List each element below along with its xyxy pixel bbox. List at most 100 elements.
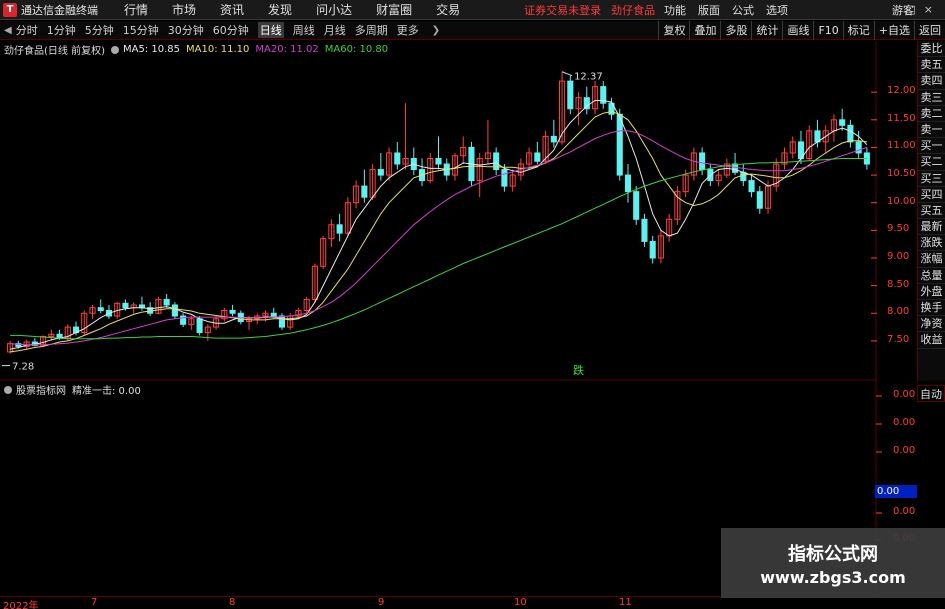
time-tick-label: 10 [514, 597, 527, 608]
indicator-axis-label: 0.00 [893, 417, 916, 428]
candle-body [377, 169, 384, 176]
period-5min[interactable]: 5分钟 [85, 22, 114, 38]
side-tab[interactable]: 卖一 [918, 122, 945, 139]
watermark: 指标公式网 www.zbgs3.com [721, 528, 945, 598]
tool-adjust[interactable]: 复权 [658, 21, 689, 40]
period-weekly[interactable]: 周线 [293, 22, 315, 38]
side-tab[interactable]: 换手 [918, 300, 945, 317]
close-icon[interactable]: × [924, 3, 941, 16]
ma20-label: MA20: 11.02 [255, 44, 319, 55]
candlestick-chart[interactable]: 12.37 7.28 跌 [0, 41, 877, 381]
candle-body [394, 152, 401, 165]
side-tab[interactable]: 收益 [918, 332, 945, 349]
indicator-axis-label: 0.00 [893, 445, 916, 456]
side-tab[interactable]: 卖四 [918, 73, 945, 90]
side-tab[interactable]: 卖五 [918, 57, 945, 74]
side-tab[interactable]: 买二 [918, 154, 945, 171]
menu-function[interactable]: 功能 [664, 2, 686, 18]
menu-formula[interactable]: 公式 [732, 2, 754, 18]
tool-multi-stock[interactable]: 多股 [720, 21, 751, 40]
menu-item-ask[interactable]: 问小达 [316, 1, 352, 18]
side-tab[interactable]: 买四 [918, 187, 945, 203]
side-tab[interactable]: 委比 [918, 41, 945, 58]
menu-layout[interactable]: 版面 [698, 2, 720, 18]
indicator-header: 股票指标网 精准一击: 0.00 [4, 382, 141, 397]
window-controls[interactable]: –□× [892, 3, 941, 16]
candle-body [270, 312, 277, 317]
time-tick-label: 2022年 [3, 601, 39, 609]
right-menu: 功能 版面 公式 选项 [652, 0, 788, 20]
candle-body [583, 97, 590, 110]
menu-item-wealth[interactable]: 财富圈 [376, 1, 412, 18]
candle-body [550, 135, 557, 143]
candle-body [501, 169, 508, 187]
candle-body [740, 171, 747, 182]
auto-button[interactable]: 自动 [917, 385, 945, 402]
menu-item-market[interactable]: 市场 [172, 1, 196, 18]
candle-body [756, 191, 763, 209]
login-status[interactable]: 证券交易未登录 [524, 2, 601, 18]
side-tab[interactable]: 买五 [918, 203, 945, 220]
tool-stats[interactable]: 统计 [751, 21, 782, 40]
minimize-icon[interactable]: – [892, 3, 906, 16]
candle-body [567, 80, 574, 110]
price-label: 9.50 [887, 223, 910, 235]
stock-title: 劲仔食品(日线 前复权) [4, 46, 105, 57]
tool-back[interactable]: 返回 [914, 21, 945, 40]
tool-draw[interactable]: 画线 [782, 21, 813, 40]
menu-item-news[interactable]: 资讯 [220, 1, 244, 18]
side-tab[interactable]: 买三 [918, 171, 945, 187]
candle-body [122, 302, 129, 309]
price-label: 10.00 [887, 195, 916, 207]
candle-body [278, 315, 286, 328]
period-multi[interactable]: 多周期 [355, 22, 388, 38]
tool-add-watchlist[interactable]: +自选 [873, 21, 914, 40]
period-60min[interactable]: 60分钟 [213, 22, 249, 38]
side-tab[interactable]: 涨幅 [918, 251, 945, 268]
chevron-right-icon[interactable]: ❯ [432, 25, 440, 36]
time-tick-label: 9 [378, 597, 385, 608]
high-pointer [561, 71, 573, 77]
period-daily[interactable]: 日线 [257, 22, 284, 38]
menu-item-discover[interactable]: 发现 [268, 1, 292, 18]
menu-options[interactable]: 选项 [766, 2, 788, 18]
candle-body [633, 191, 640, 220]
side-tab[interactable]: 净资 [918, 316, 945, 333]
period-1min[interactable]: 1分钟 [47, 22, 76, 38]
period-30min[interactable]: 30分钟 [168, 22, 204, 38]
time-tick-label: 7 [91, 597, 98, 608]
app-title: 通达信金融终端 [21, 3, 98, 17]
side-tab[interactable]: 涨跌 [918, 235, 945, 252]
tool-f10[interactable]: F10 [813, 21, 842, 40]
price-axis: 12.00 11.50 11.00 10.50 10.00 9.50 9.00 8.50 8.0… [877, 41, 917, 381]
candle-body [435, 157, 442, 165]
candle-body [196, 318, 203, 334]
maximize-icon[interactable]: □ [905, 3, 923, 16]
side-tab[interactable]: 卖二 [918, 106, 945, 122]
settings-circle-icon[interactable] [110, 45, 119, 54]
candle-body [534, 152, 541, 162]
side-tab[interactable]: 卖三 [918, 90, 945, 106]
indicator-axis-label: 0.00 [893, 506, 916, 517]
candle-body [624, 174, 632, 193]
indicator-circle-icon[interactable] [4, 385, 12, 394]
indicator-source: 股票指标网 [16, 386, 66, 397]
side-tab[interactable]: 最新 [918, 219, 945, 236]
left-arrow-icon[interactable]: ◀ [4, 25, 12, 36]
side-tab[interactable]: 总量 [918, 268, 945, 284]
period-monthly[interactable]: 月线 [324, 22, 346, 38]
side-tab[interactable]: 买一 [918, 138, 945, 155]
menu-bar: T 通达信金融终端 行情 市场 资讯 发现 问小达 财富圈 交易 证券交易未登录… [0, 0, 945, 20]
side-tab[interactable]: 外盘 [918, 284, 945, 300]
tool-overlay[interactable]: 叠加 [689, 21, 720, 40]
price-label: 10.50 [887, 168, 916, 180]
high-label: 12.37 [574, 72, 603, 83]
price-label: 11.50 [887, 112, 916, 124]
menu-item-trade[interactable]: 交易 [436, 1, 460, 18]
period-more[interactable]: 更多 [397, 22, 419, 38]
menu-item-quotes[interactable]: 行情 [124, 1, 148, 18]
period-15min[interactable]: 15分钟 [123, 22, 159, 38]
indicator-axis-label: 0.00 [893, 389, 916, 400]
tool-mark[interactable]: 标记 [842, 21, 874, 40]
period-intraday[interactable]: 分时 [16, 22, 38, 38]
